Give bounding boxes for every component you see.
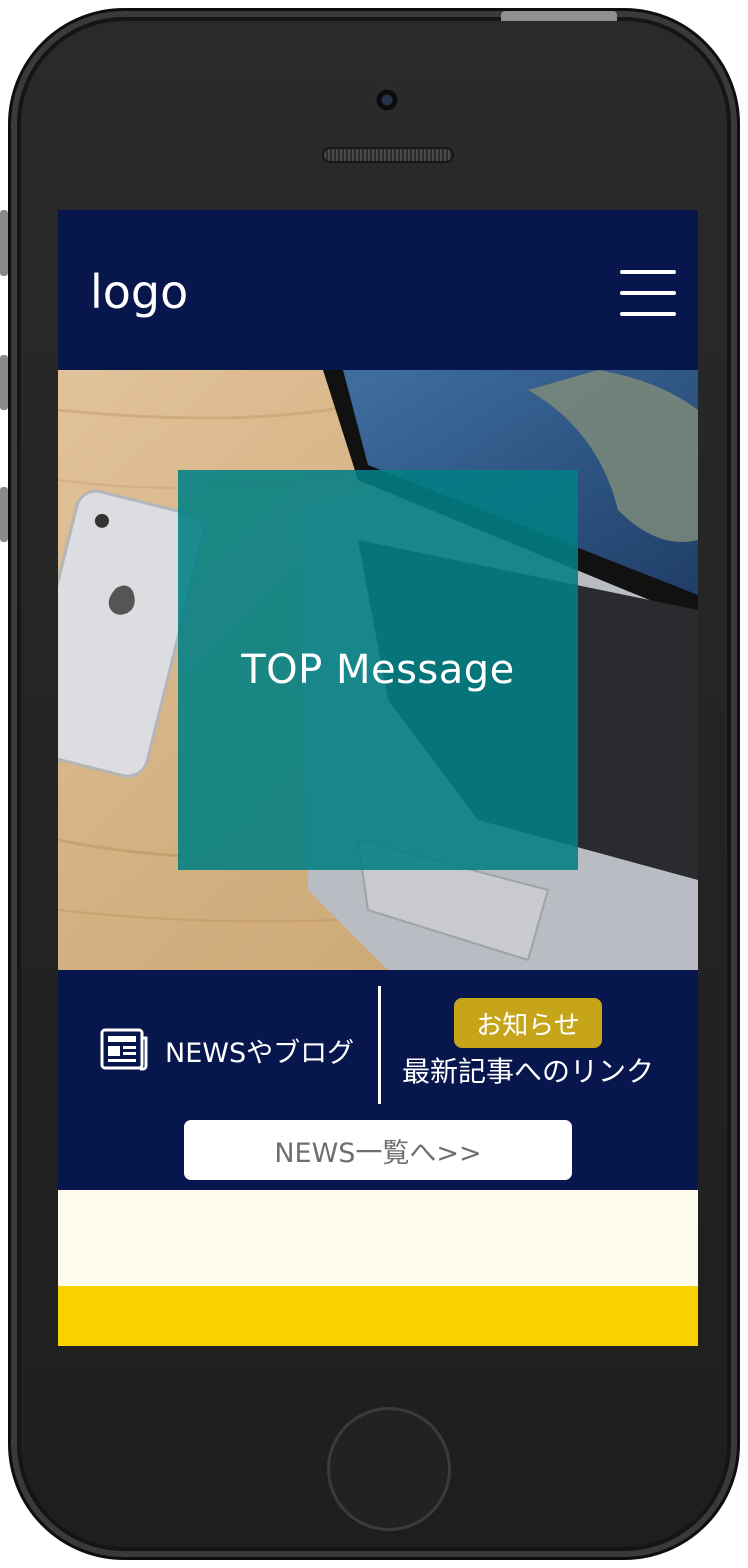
home-button[interactable] [327,1407,451,1531]
earpiece-speaker [322,147,454,163]
content-section [58,1190,698,1286]
newspaper-icon [100,1028,148,1071]
hero-section: TOP Message [58,370,698,970]
top-message-box: TOP Message [178,470,578,870]
volume-down-button [0,487,8,542]
news-blog-link[interactable]: NEWSやブログ [100,1025,354,1075]
news-blog-label: NEWSやブログ [165,1037,355,1069]
site-header: logo [58,210,698,370]
news-section: NEWSやブログ お知らせ 最新記事へのリンク NEWS一覧へ>> [58,970,698,1190]
hamburger-menu-icon[interactable] [618,268,678,318]
screen: logo TOP Message NEWSやブログ お知らせ 最新記事へのリンク… [58,210,698,1346]
notice-badge: お知らせ [454,998,602,1048]
power-button [501,11,617,21]
top-message: TOP Message [241,647,515,693]
front-camera [372,85,402,115]
news-divider [378,986,381,1104]
site-logo[interactable]: logo [90,262,188,322]
news-list-button[interactable]: NEWS一覧へ>> [184,1120,572,1180]
mute-switch [0,210,8,276]
yellow-band [58,1286,698,1346]
latest-article-link[interactable]: 最新記事へのリンク [388,1050,668,1090]
volume-up-button [0,355,8,410]
